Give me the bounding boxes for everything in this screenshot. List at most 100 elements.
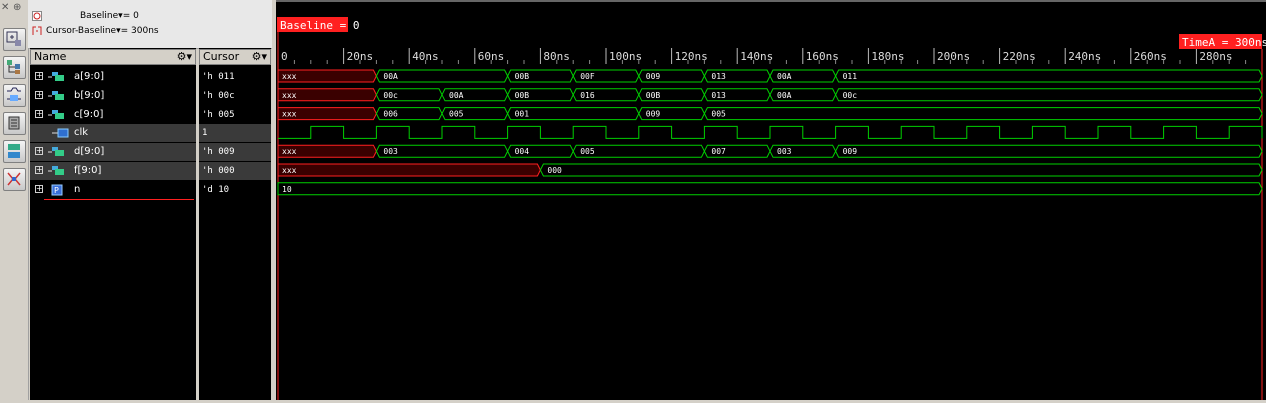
bus-icon [48, 90, 64, 100]
bus-value-label: xxx [282, 147, 297, 156]
toolbar-button-compare[interactable] [3, 168, 26, 191]
bus-icon [48, 166, 64, 175]
cursor-value: 'h 009 [199, 143, 271, 162]
bus-value-label: 00A [383, 72, 398, 81]
baseline-value: = 0 [122, 11, 139, 21]
left-toolbar: ✕ ⊕ [0, 0, 29, 400]
compare-icon [7, 172, 21, 186]
bus-segment [277, 163, 541, 177]
bus-value-label: 009 [646, 110, 661, 119]
signal-row[interactable]: + f[9:0] [30, 162, 196, 180]
signal-row[interactable]: + Pn [30, 181, 196, 199]
toolbar-button-signals[interactable] [3, 84, 26, 107]
marker-info-panel: Baseline▾= 0 Cursor-Baseline▾= 300ns [28, 0, 272, 49]
gear-icon[interactable]: ⚙▾ [252, 50, 267, 64]
bus-value-label: 003 [383, 147, 398, 156]
expand-icon[interactable]: + [35, 90, 43, 99]
expand-icon[interactable]: + [35, 72, 43, 80]
expand-icon[interactable]: + [35, 147, 43, 156]
cursor-baseline-value: = 300ns [120, 26, 159, 36]
bus-value-label: 007 [711, 147, 726, 156]
signal-name: c[9:0] [74, 108, 104, 120]
param-icon: P [51, 184, 63, 196]
cursor-baseline-readout: Cursor-Baseline▾= 300ns [46, 26, 159, 36]
timescale-label: 180ns [871, 50, 904, 63]
signal-name: f[9:0] [74, 165, 102, 176]
bus-value-label: 003 [777, 147, 792, 156]
cursor-value: 'h 00c [202, 90, 235, 101]
signals-icon [7, 87, 21, 101]
bus-value-label: 005 [711, 110, 726, 119]
baseline-marker-icon[interactable] [32, 11, 42, 21]
signal-row[interactable]: + b[9:0] [30, 87, 196, 105]
bus-segment [835, 144, 1263, 158]
cursor-column-header[interactable]: Cursor ⚙▾ [199, 49, 271, 65]
bus-value-label: 006 [383, 110, 398, 119]
expand-icon[interactable]: + [35, 166, 43, 174]
delta-marker-icon[interactable] [32, 26, 42, 36]
bus-value-label: 00B [515, 91, 530, 100]
bus-value-label: 00A [777, 72, 792, 81]
timescale-label: 200ns [937, 50, 970, 63]
name-header-label: Name [34, 50, 67, 63]
name-column-header[interactable]: Name ⚙▾ [30, 49, 196, 65]
timescale-label: 0 [281, 50, 288, 63]
close-icon[interactable]: ✕ [1, 2, 9, 13]
signal-name-panel: Name ⚙▾ + a[9:0] + b[9:0] + c[9:0] clk + d[9:0] +… [30, 48, 196, 400]
expand-icon[interactable]: + [35, 109, 43, 118]
timescale-label: 120ns [675, 50, 708, 63]
bus-value-label: 013 [711, 72, 726, 81]
timescale-label: 160ns [806, 50, 839, 63]
signal-row[interactable]: clk [30, 124, 196, 143]
signal-row[interactable]: + d[9:0] [30, 143, 196, 162]
toolbar-button-zoom-fit[interactable] [3, 28, 26, 51]
timescale-label: 240ns [1068, 50, 1101, 63]
bus-value-label: 005 [580, 147, 595, 156]
bus-value-label: 00B [646, 91, 661, 100]
bus-value-label: 001 [515, 110, 530, 119]
bus-value-label: 013 [711, 91, 726, 100]
bus-value-label: xxx [282, 91, 297, 100]
gear-icon[interactable]: ⚙▾ [177, 50, 192, 64]
signal-name: b[9:0] [74, 89, 105, 101]
timescale-label: 280ns [1199, 50, 1232, 63]
baseline-tag-label: Baseline = 0 [280, 19, 359, 32]
memory-icon [8, 116, 20, 130]
bus-value-label: xxx [282, 72, 297, 81]
bus-value-label: xxx [282, 166, 297, 175]
bus-icon [48, 109, 64, 119]
timea-tag-label: TimeA = 300ns [1182, 36, 1266, 49]
toolbar-button-schematic[interactable] [3, 140, 26, 163]
timescale-label: 220ns [1003, 50, 1036, 63]
cursor-baseline-label: Cursor-Baseline [46, 26, 117, 36]
signal-name: a[9:0] [74, 71, 105, 82]
bus-value-label: 009 [646, 72, 661, 81]
bus-segment [703, 107, 1263, 121]
signal-name: d[9:0] [74, 146, 105, 158]
collapse-icon[interactable]: ⊕ [13, 2, 21, 13]
bus-value-label: 011 [843, 72, 858, 81]
bus-value-label: 009 [843, 147, 858, 156]
toolbar-button-hierarchy[interactable] [3, 56, 26, 79]
schematic-icon [8, 144, 20, 158]
signal-name: clk [74, 127, 89, 139]
waveform-panel[interactable]: 0 20ns 40ns 60ns 80ns 100ns 120ns 140ns 160ns 180… [276, 0, 1266, 400]
waveform-canvas[interactable]: 0 20ns 40ns 60ns 80ns 100ns 120ns 140ns 160ns 180… [276, 0, 1266, 400]
baseline-readout: Baseline▾= 0 [80, 11, 139, 21]
bus-segment [835, 88, 1263, 102]
baseline-label: Baseline [80, 11, 119, 21]
clock-waveform [278, 125, 1263, 139]
expand-icon[interactable]: + [35, 184, 43, 193]
signal-row[interactable]: + c[9:0] [30, 106, 196, 124]
toolbar-button-memory[interactable] [3, 112, 26, 135]
bus-value-label: 10 [282, 185, 292, 194]
svg-text:P: P [54, 186, 59, 195]
bus-value-label: 00A [449, 91, 464, 100]
cursor-value: 'h 000 [199, 162, 271, 180]
bus-segment [277, 182, 1263, 196]
bus-value-label: 005 [449, 110, 464, 119]
timescale-label: 260ns [1134, 50, 1167, 63]
bus-value-label: 016 [580, 91, 595, 100]
signal-row[interactable]: + a[9:0] [30, 68, 196, 86]
cursor-value: 'd 10 [202, 184, 230, 195]
